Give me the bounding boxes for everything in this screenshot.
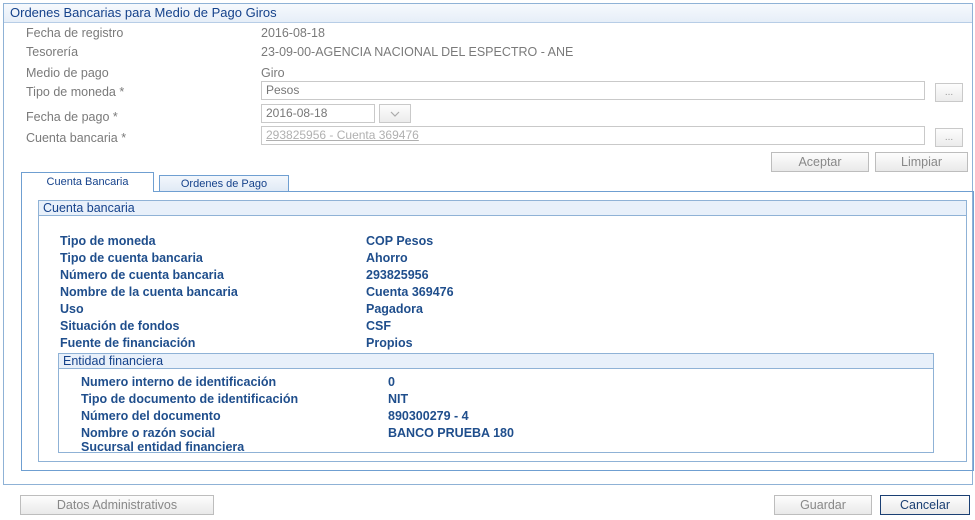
detail-label: Fuente de financiación (60, 336, 196, 350)
detail-label: Número del documento (81, 409, 221, 423)
datos-administrativos-button[interactable]: Datos Administrativos (20, 495, 214, 515)
fecha-pago-input[interactable]: 2016-08-18 (261, 104, 375, 123)
fecha-registro-value: 2016-08-18 (261, 26, 325, 40)
window-title: Ordenes Bancarias para Medio de Pago Gir… (4, 4, 972, 23)
cuenta-bancaria-label: Cuenta bancaria * (26, 131, 127, 145)
aceptar-button[interactable]: Aceptar (771, 152, 869, 172)
medio-pago-label: Medio de pago (26, 66, 109, 80)
detail-label: Número de cuenta bancaria (60, 268, 224, 282)
tab-panel: Cuenta bancaria Tipo de moneda COP Pesos… (21, 191, 974, 471)
cuenta-bancaria-input[interactable]: 293825956 - Cuenta 369476 (261, 126, 925, 145)
detail-value: Propios (366, 336, 413, 350)
fecha-pago-dropdown-button[interactable] (379, 104, 411, 123)
detail-label: Numero interno de identificación (81, 375, 277, 389)
detail-label: Nombre de la cuenta bancaria (60, 285, 238, 299)
detail-value: 293825956 (366, 268, 429, 282)
fecha-registro-label: Fecha de registro (26, 26, 124, 40)
tipo-moneda-input[interactable]: Pesos (261, 81, 925, 100)
detail-value: Pagadora (366, 302, 423, 316)
cuenta-bancaria-section-title: Cuenta bancaria (39, 201, 966, 216)
main-window: Ordenes Bancarias para Medio de Pago Gir… (3, 3, 974, 485)
detail-value: Ahorro (366, 251, 408, 265)
tipo-moneda-label: Tipo de moneda * (26, 85, 125, 99)
tipo-moneda-lookup-button[interactable]: ... (935, 83, 963, 102)
fecha-pago-label: Fecha de pago * (26, 110, 118, 124)
detail-label: Tipo de cuenta bancaria (60, 251, 203, 265)
medio-pago-value: Giro (261, 66, 285, 80)
tab-ordenes-de-pago[interactable]: Ordenes de Pago (159, 175, 289, 192)
detail-label: Tipo de documento de identificación (81, 392, 299, 406)
cuenta-bancaria-lookup-button[interactable]: ... (935, 128, 963, 147)
detail-label: Uso (60, 302, 84, 316)
entidad-financiera-section: Entidad financiera Numero interno de ide… (58, 353, 934, 454)
detail-value: CSF (366, 319, 391, 333)
tesoreria-value: 23-09-00-AGENCIA NACIONAL DEL ESPECTRO -… (261, 45, 574, 59)
detail-label: Nombre o razón social (81, 426, 216, 440)
detail-value: 0 (388, 375, 395, 389)
detail-value: COP Pesos (366, 234, 434, 248)
detail-label: Sucursal entidad financiera (81, 440, 245, 454)
tesoreria-label: Tesorería (26, 45, 79, 59)
guardar-button[interactable]: Guardar (774, 495, 872, 515)
detail-value: 890300279 - 4 (388, 409, 469, 423)
entidad-financiera-section-title: Entidad financiera (59, 354, 933, 369)
cancelar-button[interactable]: Cancelar (880, 495, 970, 515)
detail-label: Situación de fondos (60, 319, 180, 333)
detail-value: NIT (388, 392, 409, 406)
tab-cuenta-bancaria[interactable]: Cuenta Bancaria (21, 172, 154, 192)
limpiar-button[interactable]: Limpiar (875, 152, 968, 172)
detail-value: BANCO PRUEBA 180 (388, 426, 514, 440)
detail-value: Cuenta 369476 (366, 285, 454, 299)
detail-label: Tipo de moneda (60, 234, 156, 248)
cuenta-bancaria-section: Cuenta bancaria Tipo de moneda COP Pesos… (38, 200, 967, 462)
chevron-down-icon (390, 111, 400, 117)
